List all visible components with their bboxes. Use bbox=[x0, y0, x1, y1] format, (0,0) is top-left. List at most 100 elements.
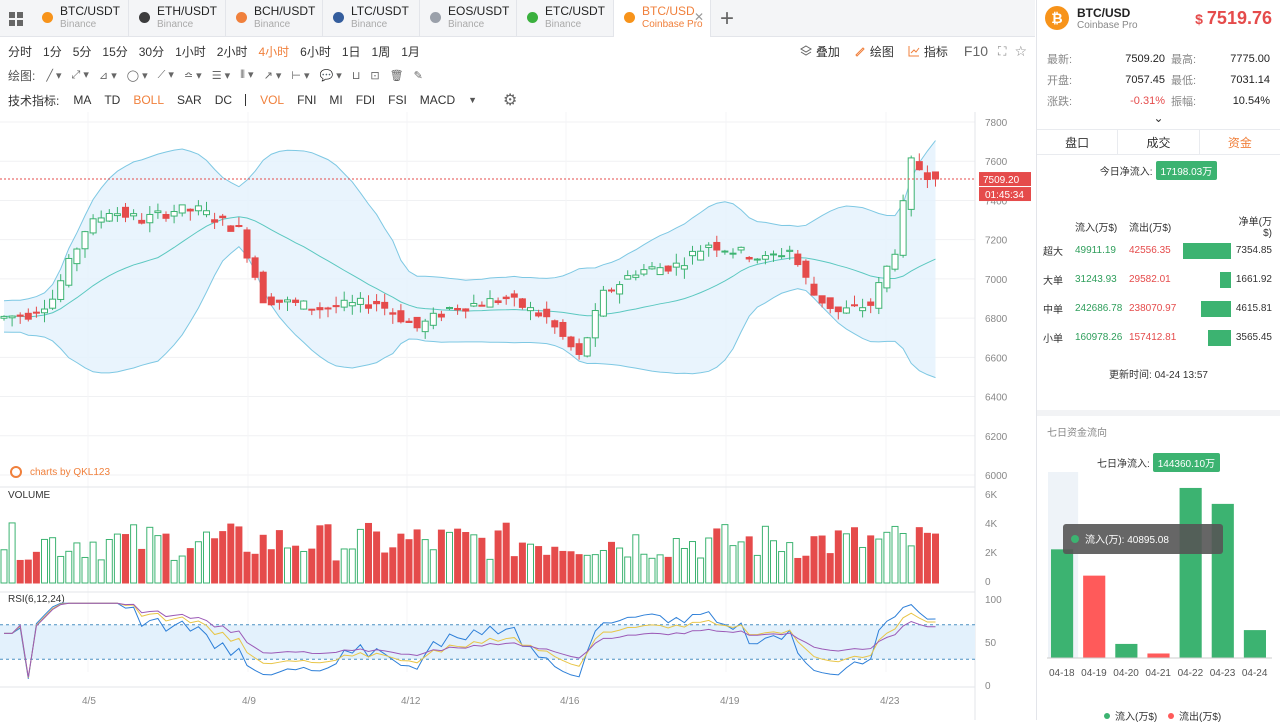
flow-bar-04-24[interactable] bbox=[1243, 630, 1266, 658]
timeframe-9[interactable]: 1日 bbox=[342, 43, 361, 60]
trash-icon[interactable]: 🗑 bbox=[390, 69, 404, 82]
flow-bar-04-22[interactable] bbox=[1179, 487, 1202, 658]
add-tab-button[interactable]: + bbox=[711, 0, 743, 37]
timeframe-5[interactable]: 1小时 bbox=[175, 43, 206, 60]
indicator-vol[interactable]: VOL bbox=[260, 93, 284, 107]
gann-tool-icon[interactable]: ⦀ ▾ bbox=[240, 68, 253, 82]
flow-bar-04-21[interactable] bbox=[1147, 653, 1170, 658]
candle bbox=[770, 253, 777, 256]
star-icon[interactable]: ☆ bbox=[1014, 43, 1027, 60]
candle bbox=[227, 225, 235, 232]
seven-day-bar-chart[interactable]: 04-18 04-19 04-20 04-21 04-22 04-23 04-24 流入(万)… bbox=[1037, 452, 1280, 726]
dropdown-chevron-icon[interactable]: ▼ bbox=[468, 95, 477, 105]
flow-table: 流入(万$) 流出(万$) 净单(万$) 超大 49911.19 42556.35 7354… bbox=[1037, 216, 1280, 352]
main-chart[interactable]: 7800760074007200700068006600640062006000… bbox=[0, 112, 1035, 720]
indicator-fsi[interactable]: FSI bbox=[388, 93, 407, 107]
sidebar-tab-1[interactable]: 成交 bbox=[1118, 130, 1200, 154]
volume-bar bbox=[867, 535, 875, 584]
indicator-boll[interactable]: BOLL bbox=[133, 93, 164, 107]
timeframe-8[interactable]: 6小时 bbox=[300, 43, 331, 60]
line-tool-icon[interactable]: ╱ ▾ bbox=[46, 69, 61, 82]
ray-tool-icon[interactable]: ⤢ ▾ bbox=[72, 68, 89, 82]
timeframe-10[interactable]: 1周 bbox=[372, 43, 391, 60]
candle bbox=[729, 252, 737, 255]
shape-tool-icon[interactable]: ◯ ▾ bbox=[127, 69, 148, 82]
tab-eos-usdt[interactable]: EOS/USDT Binance bbox=[420, 0, 517, 37]
timeframe-6[interactable]: 2小时 bbox=[217, 43, 248, 60]
bar-category-label: 04-21 bbox=[1145, 668, 1171, 679]
indicator-fni[interactable]: FNI bbox=[297, 93, 316, 107]
indicator-macd[interactable]: MACD bbox=[420, 93, 455, 107]
flow-bar-04-19[interactable] bbox=[1083, 575, 1106, 658]
tab-bch-usdt[interactable]: BCH/USDT Binance bbox=[226, 0, 323, 37]
candle bbox=[834, 306, 842, 313]
text-tool-icon[interactable]: 💬 ▾ bbox=[320, 69, 342, 82]
pattern-tool-icon[interactable]: ≏ ▾ bbox=[184, 69, 202, 82]
indicator-button[interactable]: 指标 bbox=[908, 43, 948, 60]
candle bbox=[284, 299, 291, 303]
indicator-ma[interactable]: MA bbox=[73, 93, 91, 107]
tab-exchange: Binance bbox=[60, 19, 97, 30]
candle bbox=[672, 262, 680, 268]
candle bbox=[24, 312, 32, 320]
timeframe-1[interactable]: 1分 bbox=[43, 43, 62, 60]
tab-eth-usdt[interactable]: ETH/USDT Binance bbox=[129, 0, 226, 37]
indicator-sar[interactable]: SAR bbox=[177, 93, 202, 107]
arrow-tool-icon[interactable]: ↗ ▾ bbox=[264, 69, 282, 82]
stat-key: 涨跌: bbox=[1047, 95, 1073, 108]
flow-bar-04-18[interactable] bbox=[1051, 549, 1074, 658]
candle bbox=[373, 300, 381, 305]
price-axis-label: 6800 bbox=[985, 314, 1008, 325]
draw-button[interactable]: 绘图 bbox=[854, 43, 894, 60]
chart-edit-icon[interactable]: ⊡ bbox=[370, 69, 379, 82]
timeframe-2[interactable]: 5分 bbox=[73, 43, 92, 60]
tab-btc-usd[interactable]: BTC/USD Coinbase Pro ✕ bbox=[614, 0, 711, 37]
volume-bar bbox=[219, 531, 227, 584]
close-tab-icon[interactable]: ✕ bbox=[694, 10, 704, 24]
volume-bar bbox=[891, 525, 899, 584]
grid-menu-icon[interactable] bbox=[0, 0, 32, 37]
level-tool-icon[interactable]: ☰ ▾ bbox=[212, 69, 230, 82]
tab-etc-usdt[interactable]: ETC/USDT Binance bbox=[517, 0, 614, 37]
candle bbox=[689, 250, 696, 257]
flow-row: 小单 160978.26 157412.81 3565.45 bbox=[1037, 323, 1280, 352]
measure-tool-icon[interactable]: ⊢ ▾ bbox=[291, 69, 309, 82]
candle bbox=[219, 215, 227, 219]
tab-btc-usdt[interactable]: BTC/USDT Binance bbox=[32, 0, 129, 37]
timeframe-0[interactable]: 分时 bbox=[8, 43, 32, 60]
indicator-fdi[interactable]: FDI bbox=[356, 93, 375, 107]
candle bbox=[292, 299, 300, 303]
timeframe-7[interactable]: 4小时 bbox=[258, 43, 289, 60]
candle bbox=[41, 308, 48, 314]
sidebar-tab-0[interactable]: 盘口 bbox=[1037, 130, 1119, 154]
candle bbox=[543, 308, 551, 318]
f10-button[interactable]: F10 bbox=[964, 43, 988, 59]
expand-chevron-icon[interactable]: ⌄ bbox=[1037, 111, 1280, 125]
overlay-button[interactable]: 叠加 bbox=[799, 43, 840, 60]
flow-bar-04-20[interactable] bbox=[1115, 643, 1138, 658]
volume-bar bbox=[859, 546, 867, 584]
flow-net: 4615.81 bbox=[1235, 303, 1272, 314]
x-axis-label: 4/9 bbox=[242, 696, 256, 707]
channel-tool-icon[interactable]: ⊿ ▾ bbox=[99, 69, 117, 82]
fullscreen-icon[interactable]: ⛶ bbox=[998, 44, 1006, 59]
volume-bar bbox=[130, 524, 138, 584]
magnet-tool-icon[interactable]: ⊔ bbox=[352, 69, 361, 82]
indicator-dc[interactable]: DC bbox=[215, 93, 232, 107]
rsi-zone bbox=[0, 624, 975, 660]
volume-bar bbox=[251, 553, 259, 584]
tab-ltc-usdt[interactable]: LTC/USDT Binance bbox=[323, 0, 420, 37]
settings-gear-icon[interactable]: ⚙ bbox=[503, 90, 517, 110]
flow-net-bar-cell bbox=[1183, 329, 1231, 346]
timeframe-3[interactable]: 15分 bbox=[102, 43, 127, 60]
indicator-td[interactable]: TD bbox=[104, 93, 120, 107]
indicator-mi[interactable]: MI bbox=[329, 93, 342, 107]
timeframe-4[interactable]: 30分 bbox=[139, 43, 164, 60]
fib-tool-icon[interactable]: ⟋ ▾ bbox=[158, 68, 174, 82]
flow-row: 大单 31243.93 29582.01 1661.92 bbox=[1037, 265, 1280, 294]
sidebar-tab-2[interactable]: 资金 bbox=[1200, 130, 1280, 154]
eraser-icon[interactable]: ✎ bbox=[414, 69, 423, 82]
volume-bar bbox=[73, 542, 81, 584]
timeframe-11[interactable]: 1月 bbox=[401, 43, 420, 60]
flow-name: 大单 bbox=[1043, 276, 1063, 287]
